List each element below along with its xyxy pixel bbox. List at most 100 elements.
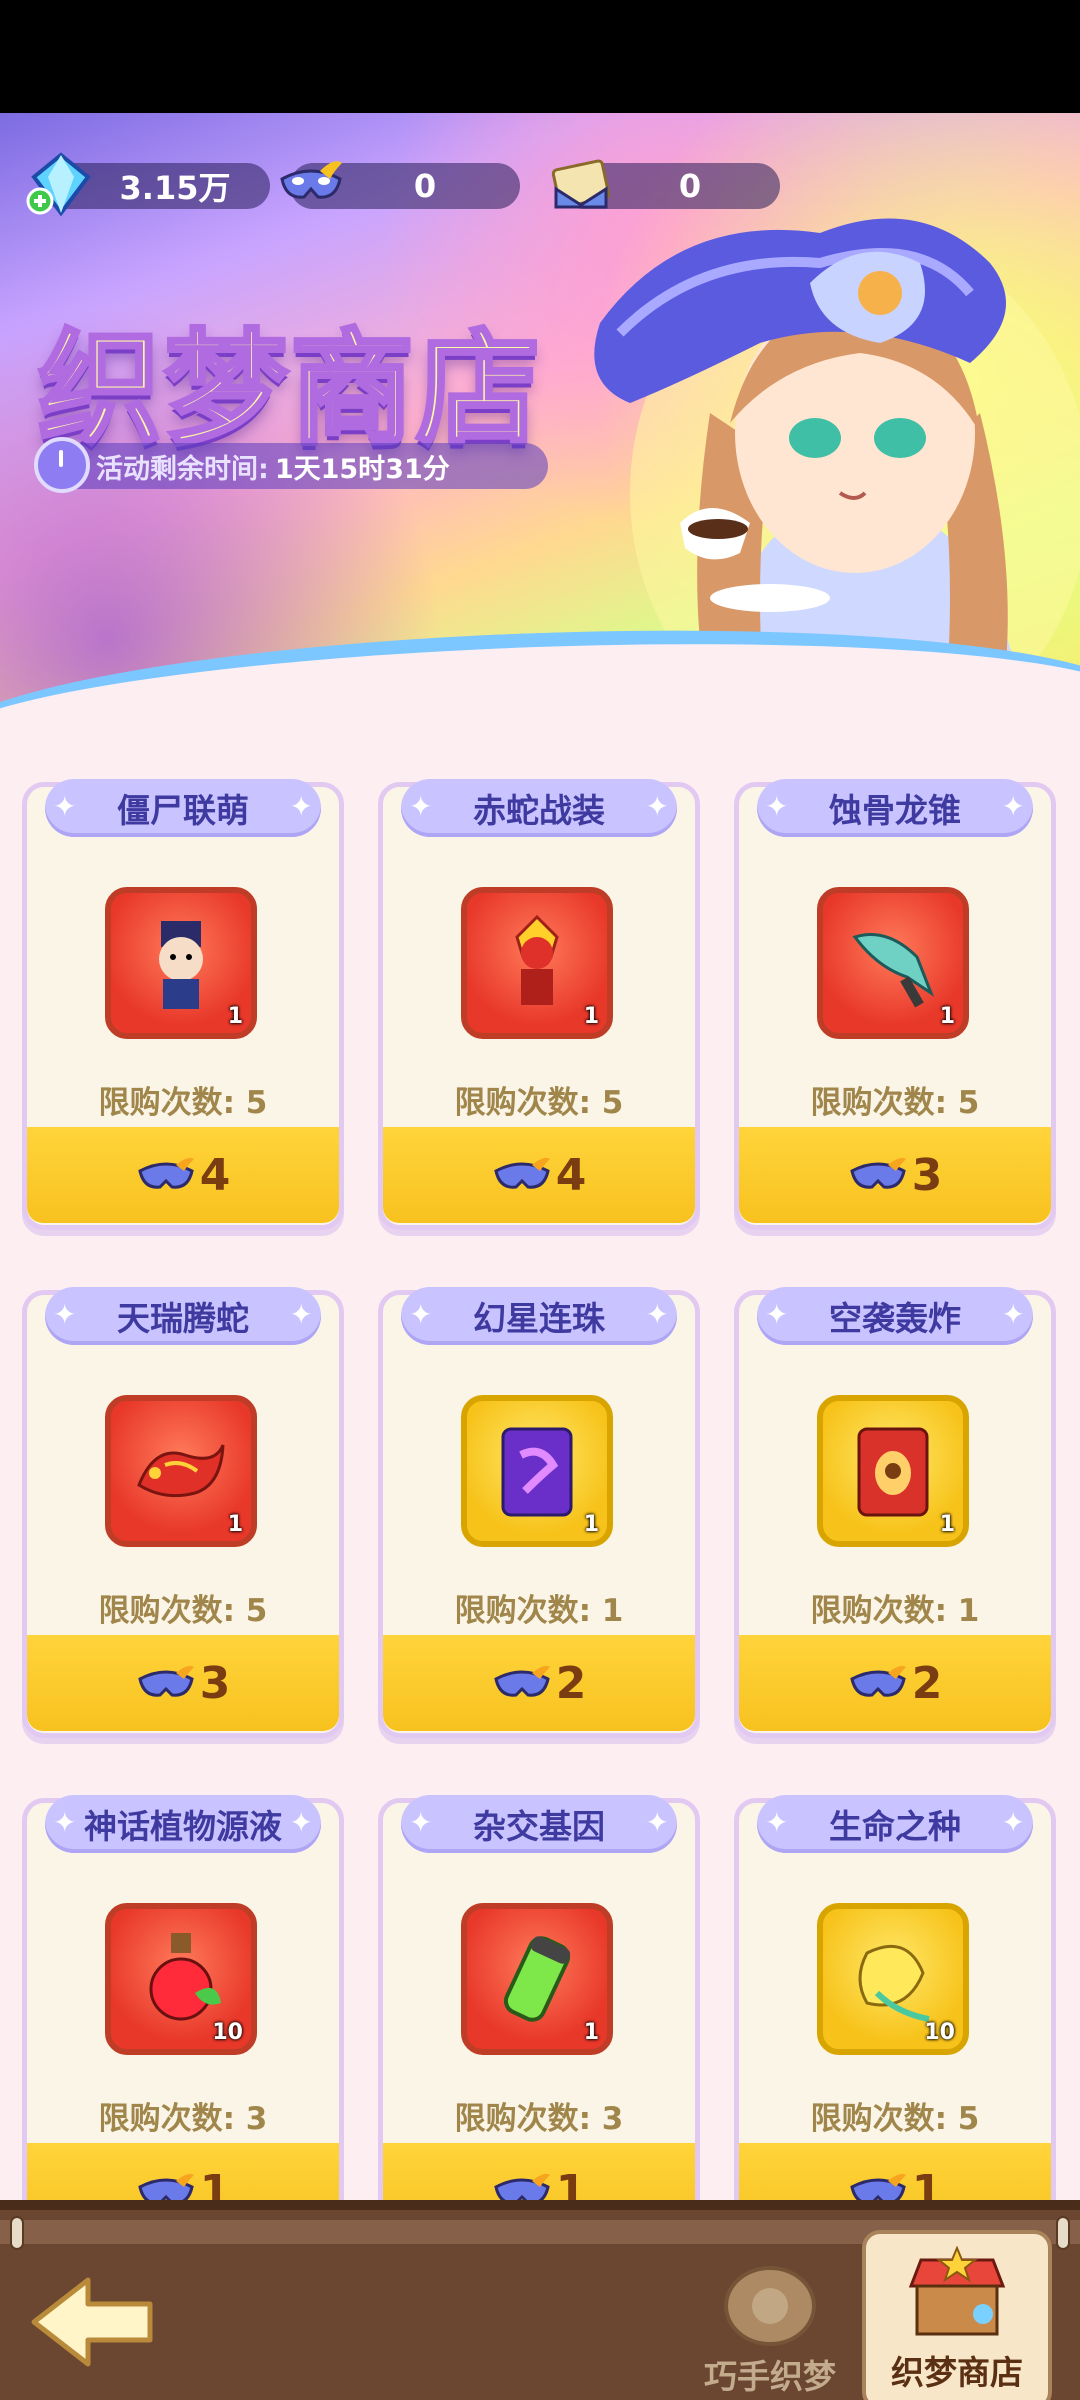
purchase-limit: 限购次数: 5 <box>810 1085 980 1121</box>
price: 3 <box>911 1149 943 1201</box>
item-frame: 1 <box>105 887 257 1039</box>
clock-icon <box>34 437 90 493</box>
buy-button[interactable]: 3 <box>27 1635 339 1731</box>
red-armor-skin-icon <box>515 914 559 1005</box>
price: 2 <box>911 1657 943 1709</box>
item-frame: 1 <box>461 887 613 1039</box>
buy-button[interactable]: 2 <box>739 1635 1051 1731</box>
buy-button[interactable]: 4 <box>383 1127 695 1223</box>
serpent-mount-icon <box>137 1444 225 1498</box>
shop-item-card[interactable]: 杂交基因 1 限购次数: 3 1 <box>378 1795 700 2200</box>
page-title: 织梦商店 <box>36 316 543 464</box>
rail-knob <box>10 2216 24 2250</box>
item-frame: 1 <box>461 1395 613 1547</box>
plant-potion-icon <box>149 1933 221 2021</box>
buy-button[interactable]: 1 <box>27 2143 339 2200</box>
status-bar <box>0 0 1080 113</box>
shop-item-card[interactable]: 幻星连珠 1 限购次数: 1 2 <box>378 1287 700 1738</box>
bottom-nav: 巧手织梦 织梦商店 <box>0 2200 1080 2400</box>
purchase-limit: 限购次数: 1 <box>810 1593 980 1629</box>
item-name: 杂交基因 <box>401 1795 677 1853</box>
star-card-icon <box>501 1427 573 1517</box>
item-quantity: 1 <box>939 1004 955 1029</box>
item-frame: 1 <box>461 1903 613 2055</box>
item-quantity: 10 <box>212 2020 243 2045</box>
price: 4 <box>199 1149 231 1201</box>
item-name: 蚀骨龙锥 <box>757 779 1033 837</box>
item-name: 天瑞腾蛇 <box>45 1287 321 1345</box>
price: 1 <box>911 2165 943 2201</box>
purchase-limit: 限购次数: 5 <box>98 1085 268 1121</box>
mask-icon <box>137 1665 194 1697</box>
mask-icon <box>493 1157 550 1189</box>
tab-shop-label: 织梦商店 <box>891 2353 1023 2392</box>
timer-label: 活动剩余时间: <box>96 453 269 485</box>
price: 1 <box>199 2165 231 2201</box>
item-frame: 10 <box>105 1903 257 2055</box>
mask-counter[interactable]: 0 <box>280 161 520 209</box>
shop-item-card[interactable]: 僵尸联萌 1 限购次数: 5 4 <box>22 779 344 1230</box>
workshop-icon <box>724 2266 816 2346</box>
price: 3 <box>199 1657 231 1709</box>
item-frame: 10 <box>817 1903 969 2055</box>
price: 1 <box>555 2165 587 2201</box>
tab-dream-shop[interactable]: 织梦商店 <box>862 2230 1052 2400</box>
shop-banner: 3.15万 0 0 织梦商店 活动剩余时间: 1天15时31分 <box>0 113 1080 733</box>
bone-dragon-weapon-icon <box>852 933 935 1008</box>
purchase-limit: 限购次数: 3 <box>454 2101 624 2137</box>
shop-item-grid: 僵尸联萌 1 限购次数: 5 4 赤蛇战装 1 限购次数: 5 4 <box>0 770 1080 2200</box>
item-quantity: 10 <box>924 2020 955 2045</box>
buy-button[interactable]: 1 <box>383 2143 695 2200</box>
item-name: 赤蛇战装 <box>401 779 677 837</box>
ticket-icon <box>551 159 611 209</box>
item-frame: 1 <box>817 887 969 1039</box>
tab-craft-label: 巧手织梦 <box>704 2357 836 2396</box>
shop-item-card[interactable]: 天瑞腾蛇 1 限购次数: 5 3 <box>22 1287 344 1738</box>
mask-icon <box>280 161 342 199</box>
shop-item-card[interactable]: 蚀骨龙锥 1 限购次数: 5 3 <box>734 779 1056 1230</box>
item-name: 空袭轰炸 <box>757 1287 1033 1345</box>
item-name: 僵尸联萌 <box>45 779 321 837</box>
price: 4 <box>555 1149 587 1201</box>
purchase-limit: 限购次数: 5 <box>98 1593 268 1629</box>
buy-button[interactable]: 3 <box>739 1127 1051 1223</box>
mask-icon <box>849 1665 906 1697</box>
tab-craft-dream[interactable]: 巧手织梦 <box>685 2240 855 2400</box>
buy-button[interactable]: 1 <box>739 2143 1051 2200</box>
item-name: 神话植物源液 <box>45 1795 321 1853</box>
mask-icon <box>137 1157 194 1189</box>
item-frame: 1 <box>105 1395 257 1547</box>
buy-button[interactable]: 4 <box>27 1127 339 1223</box>
item-quantity: 1 <box>583 1512 599 1537</box>
shop-stall-icon <box>908 2246 1006 2336</box>
event-timer: 活动剩余时间: 1天15时31分 <box>34 437 548 493</box>
mask-icon <box>137 2173 194 2200</box>
shop-item-card[interactable]: 生命之种 10 限购次数: 5 1 <box>734 1795 1056 2200</box>
item-frame: 1 <box>817 1395 969 1547</box>
item-name: 生命之种 <box>757 1795 1033 1853</box>
shop-item-card[interactable]: 神话植物源液 10 限购次数: 3 1 <box>22 1795 344 2200</box>
airstrike-card-icon <box>857 1427 929 1517</box>
item-quantity: 1 <box>939 1512 955 1537</box>
mask-icon <box>493 1665 550 1697</box>
shop-item-card[interactable]: 空袭轰炸 1 限购次数: 1 2 <box>734 1287 1056 1738</box>
mask-icon <box>849 1157 906 1189</box>
price: 2 <box>555 1657 587 1709</box>
mask-icon <box>493 2173 550 2200</box>
purchase-limit: 限购次数: 5 <box>454 1085 624 1121</box>
diamond-icon <box>26 152 91 217</box>
purchase-limit: 限购次数: 5 <box>810 2101 980 2137</box>
shop-item-card[interactable]: 赤蛇战装 1 限购次数: 5 4 <box>378 779 700 1230</box>
diamond-counter[interactable]: 3.15万 <box>26 152 270 217</box>
item-quantity: 1 <box>583 2020 599 2045</box>
item-name: 幻星连珠 <box>401 1287 677 1345</box>
rail-knob <box>1056 2216 1070 2250</box>
gene-capsule-icon <box>503 1936 571 2022</box>
zombie-skin-icon <box>159 921 203 1009</box>
life-seed-icon <box>858 1944 930 2022</box>
back-arrow-icon[interactable] <box>28 2272 158 2372</box>
ticket-counter[interactable]: 0 <box>551 159 780 209</box>
purchase-limit: 限购次数: 3 <box>98 2101 268 2137</box>
buy-button[interactable]: 2 <box>383 1635 695 1731</box>
item-quantity: 1 <box>227 1004 243 1029</box>
